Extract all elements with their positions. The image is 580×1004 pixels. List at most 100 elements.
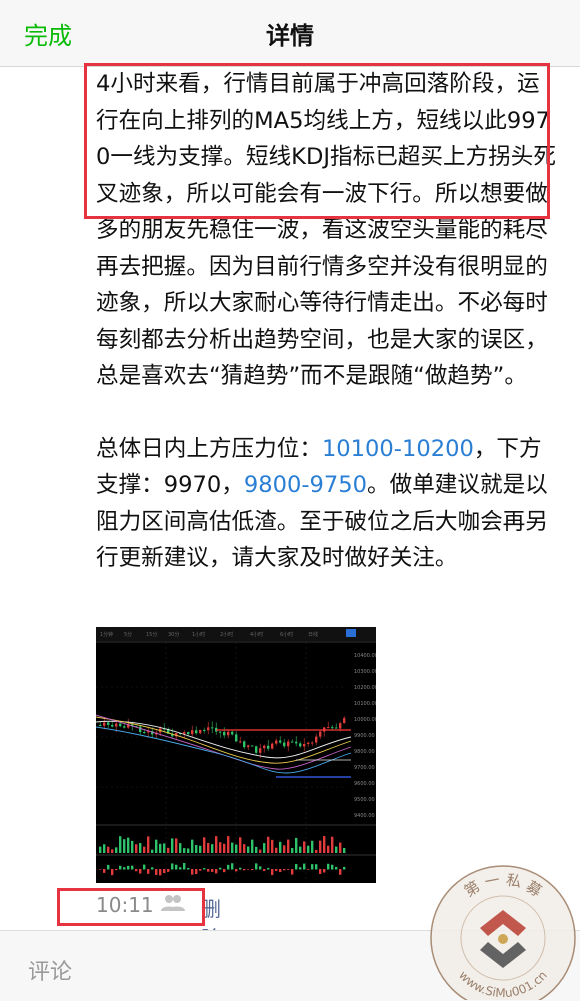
volume-bar <box>283 845 286 853</box>
friends-visibility-icon <box>161 894 185 916</box>
volume-bar <box>187 848 190 853</box>
price-tick-label: 9400.00 <box>354 813 375 819</box>
macd-bar <box>135 869 138 872</box>
volume-bar <box>103 844 106 853</box>
candlestick-chart-image[interactable]: 1分钟 5分 15分 30分 1小时 2小时 4小时 6小时 日线 10400.00 1030… <box>96 627 376 883</box>
macd-bar <box>147 869 150 874</box>
volume-bar <box>263 843 266 853</box>
macd-bar <box>335 866 338 870</box>
candle-body <box>111 724 114 727</box>
candle-body <box>299 743 302 747</box>
macd-bar <box>187 867 190 870</box>
macd-bar <box>319 869 322 874</box>
volume-bar <box>243 844 246 853</box>
svg-text:日线: 日线 <box>308 631 318 638</box>
macd-bar <box>219 867 222 870</box>
candle-body <box>303 743 306 747</box>
volume-bar <box>335 846 338 853</box>
volume-bar <box>127 837 130 853</box>
price-tick-label: 10100.00 <box>354 701 376 707</box>
candle-body <box>143 732 146 734</box>
svg-text:15分: 15分 <box>146 631 157 638</box>
volume-bar <box>123 839 126 853</box>
svg-text:6小时: 6小时 <box>280 631 293 638</box>
macd-bar <box>99 869 102 870</box>
levels-prefix: 总体日内上方压力位： <box>96 435 322 462</box>
candle-body <box>203 729 206 731</box>
volume-bar <box>227 836 230 853</box>
macd-bar <box>127 865 130 870</box>
macd-bar <box>307 869 310 870</box>
volume-bar <box>151 849 154 853</box>
macd-bar <box>143 864 146 870</box>
candle-body <box>283 742 286 747</box>
macd-bar <box>243 869 246 871</box>
macd-bar <box>255 863 258 870</box>
macd-bar <box>111 869 114 876</box>
page-title: 详情 <box>266 22 314 50</box>
volume-bar <box>111 849 114 853</box>
comment-input[interactable]: 评论 <box>28 954 72 986</box>
macd-bar <box>303 863 306 870</box>
macd-bar <box>283 869 286 871</box>
macd-bar <box>195 869 198 875</box>
volume-bar <box>331 836 334 853</box>
macd-bar <box>159 869 162 876</box>
candle-body <box>259 748 262 753</box>
price-tick-label: 9600.00 <box>354 781 375 787</box>
volume-bar <box>159 843 162 853</box>
price-tick-label: 9700.00 <box>354 765 375 771</box>
macd-bar <box>131 865 134 870</box>
macd-bar <box>239 867 242 870</box>
volume-bar <box>135 844 138 853</box>
resistance-link[interactable]: 10100-10200 <box>322 436 474 462</box>
volume-bar <box>195 844 198 853</box>
volume-bar <box>167 847 170 853</box>
volume-bar <box>191 839 194 853</box>
volume-bar <box>271 839 274 853</box>
volume-bar <box>251 839 254 853</box>
volume-bar <box>307 845 310 853</box>
macd-bar <box>343 866 346 870</box>
macd-bar <box>263 869 266 872</box>
macd-bar <box>295 864 298 870</box>
volume-bar <box>343 847 346 853</box>
volume-bar <box>115 847 118 853</box>
macd-bar <box>211 869 214 872</box>
volume-bar <box>139 843 142 853</box>
candle-body <box>115 723 118 727</box>
macd-bar <box>123 867 126 870</box>
price-tick-label: 10000.00 <box>354 717 376 723</box>
macd-bar <box>155 869 158 875</box>
candle-body <box>139 726 142 733</box>
candle-body <box>219 731 222 733</box>
candle-body <box>279 740 282 743</box>
svg-text:2小时: 2小时 <box>220 631 233 638</box>
volume-bar <box>219 842 222 853</box>
price-tick-label: 9800.00 <box>354 749 375 755</box>
macd-bar <box>291 869 294 875</box>
candle-body <box>223 731 226 736</box>
candle-body <box>107 722 110 725</box>
candle-body <box>183 732 186 734</box>
candle-body <box>239 741 242 743</box>
candle-body <box>99 725 102 726</box>
candle-body <box>235 734 238 742</box>
volume-bar <box>99 846 102 853</box>
volume-bar <box>247 846 250 853</box>
volume-bar <box>175 838 178 853</box>
price-tick-label: 10400.00 <box>354 653 376 659</box>
candle-body <box>191 730 194 735</box>
candle-body <box>243 741 246 748</box>
macd-bar <box>183 863 186 870</box>
macd-bar <box>331 864 334 870</box>
candle-body <box>195 730 198 734</box>
watermark-logo: 第 一 私 募 www.SiMu001.cn <box>428 858 578 1004</box>
support-link[interactable]: 9800-9750 <box>244 472 367 498</box>
volume-bar <box>259 849 262 853</box>
macd-bar <box>287 869 290 870</box>
candle-body <box>343 718 346 724</box>
volume-bar <box>299 846 302 853</box>
macd-bar <box>119 865 122 870</box>
candle-body <box>251 745 254 747</box>
